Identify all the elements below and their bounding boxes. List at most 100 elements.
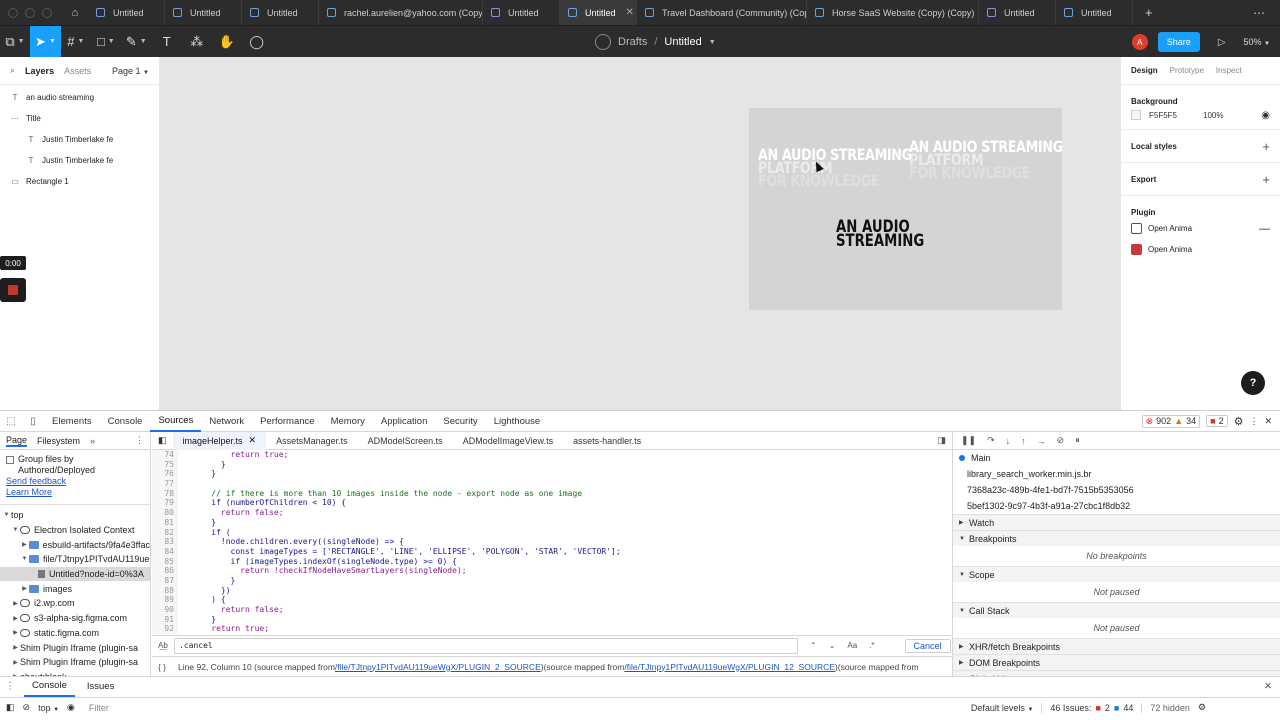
line-number[interactable]: 82 [152, 527, 178, 538]
settings-gear-icon[interactable]: ⚙ [1234, 415, 1244, 428]
browser-tab[interactable]: Horse SaaS Website (Copy) (Copy) [807, 0, 979, 25]
tree-item[interactable]: ▼ file/TJtnpy1PITvdAU119ue [0, 552, 150, 567]
close-devtools-icon[interactable]: ✕ [1264, 416, 1272, 427]
hand-tool-button[interactable]: ✋ [212, 26, 242, 58]
editor-tab[interactable]: assets-handler.ts [563, 432, 651, 450]
kebab-menu-icon[interactable]: ⋮ [1249, 416, 1258, 427]
context-selector[interactable]: top ▼ [38, 703, 59, 713]
editor-tab[interactable]: ADModelImageView.ts [453, 432, 563, 450]
home-icon[interactable]: ⌂ [62, 0, 88, 25]
code-line[interactable]: 89 ) { [152, 595, 952, 605]
code-line[interactable]: 80 return false; [152, 508, 952, 518]
tab-filesystem[interactable]: Filesystem [37, 436, 80, 446]
thread-item[interactable]: 5bef1302-9c97-4b3f-a91a-27cbc1f8db32 [953, 498, 1280, 514]
learn-more-link[interactable]: Learn More [0, 487, 150, 498]
close-tab-icon[interactable]: ✕ [249, 435, 257, 446]
match-case-button[interactable]: Aa [847, 641, 857, 650]
add-export-icon[interactable]: + [1262, 172, 1270, 187]
issues-counter[interactable]: 46 Issues: ■ 2 ■ 44 [1041, 702, 1133, 713]
toggle-debugger-icon[interactable]: ◨ [937, 435, 952, 446]
close-window-button[interactable] [8, 7, 18, 18]
add-style-icon[interactable]: + [1262, 139, 1270, 154]
source-map-link[interactable]: /file/TJtnpy1PITvdAU119ueWgX/PLUGIN_12_S… [624, 662, 835, 672]
tree-item[interactable]: ▶ Shim Plugin Iframe (plugin-sa [0, 640, 150, 655]
pen-tool-button[interactable]: ✎ ▼ [121, 26, 152, 58]
regex-button[interactable]: .* [869, 641, 874, 650]
background-hex[interactable]: F5F5F5 [1149, 111, 1177, 120]
tree-item[interactable]: ▼ Electron Isolated Context [0, 523, 150, 538]
code-line[interactable]: 88 }) [152, 585, 952, 596]
remove-plugin-icon[interactable]: — [1259, 223, 1270, 235]
more-tabs-icon[interactable]: » [90, 436, 95, 446]
tree-item[interactable]: ▶ Shim Plugin Iframe (plugin-sa [0, 655, 150, 670]
device-toolbar-icon[interactable]: ▯ [22, 416, 44, 427]
code-line[interactable]: 85 if (imageTypes.indexOf(singleNode.typ… [152, 556, 952, 567]
layer-item[interactable]: Tan audio streaming [0, 87, 159, 108]
cancel-button[interactable]: Cancel [904, 638, 951, 653]
line-number[interactable]: 75 [152, 459, 178, 470]
console-filter-input[interactable]: Filter [83, 703, 963, 713]
issues-badge[interactable]: ■ 2 [1206, 415, 1228, 427]
help-button[interactable]: ? [1241, 371, 1265, 395]
background-opacity[interactable]: 100% [1203, 111, 1223, 120]
code-line[interactable]: 76 } [152, 469, 952, 480]
devtools-tab-application[interactable]: Application [373, 411, 435, 432]
line-number[interactable]: 85 [152, 556, 178, 567]
code-line[interactable]: 75 } [152, 459, 952, 470]
browser-tab[interactable]: Untitled [483, 0, 560, 25]
error-count-badge[interactable]: ⊗ 902 ▲ 34 [1141, 414, 1201, 428]
audio-streaming-title[interactable]: AN AUDIO STREAMING [836, 219, 924, 250]
clear-console-icon[interactable]: ⊘ [23, 702, 31, 713]
devtools-tab-elements[interactable]: Elements [44, 411, 100, 432]
line-number[interactable]: 80 [152, 508, 178, 518]
thread-item[interactable]: Main [953, 450, 1280, 466]
tab-page[interactable]: Page [6, 435, 28, 447]
layer-item[interactable]: ▭ Rectangle 1 [0, 171, 159, 192]
zoom-dropdown[interactable]: 50% ▼ [1244, 37, 1270, 47]
layer-item[interactable]: T Justin Timberlake fe [0, 129, 159, 150]
drafts-link[interactable]: Drafts [618, 36, 647, 48]
chevron-down-icon[interactable]: ▼ [709, 39, 716, 46]
collapsed-arrow-icon[interactable]: ▶ [20, 541, 29, 548]
tab-assets[interactable]: Assets [64, 66, 91, 76]
browser-tab[interactable]: Travel Dashboard (Community) (Copy) [637, 0, 807, 25]
comment-tool-button[interactable]: ◯ [242, 26, 272, 58]
code-line[interactable]: 92 return true; [152, 624, 952, 635]
find-next-icon[interactable]: ⌄ [829, 641, 836, 650]
browser-tab[interactable]: Untitled [242, 0, 319, 25]
tree-item[interactable]: ▶ i2.wp.com [0, 596, 150, 611]
line-number[interactable]: 77 [152, 479, 178, 489]
frame-tool-button[interactable]: # ▼ [61, 26, 91, 58]
collapsed-arrow-icon[interactable]: ▶ [11, 659, 20, 666]
collapsed-arrow-icon[interactable]: ▶ [11, 615, 20, 622]
devtools-tab-lighthouse[interactable]: Lighthouse [486, 411, 548, 432]
tab-prototype[interactable]: Prototype [1170, 66, 1204, 75]
group-files-checkbox[interactable] [6, 456, 14, 464]
line-number[interactable]: 91 [152, 614, 178, 625]
collapsed-arrow-icon[interactable]: ▶ [11, 629, 20, 636]
devtools-tab-network[interactable]: Network [201, 411, 252, 432]
line-number[interactable]: 78 [152, 488, 178, 499]
browser-tab[interactable]: Untitled [88, 0, 165, 25]
step-out-icon[interactable]: ↑ [1021, 436, 1026, 446]
close-drawer-icon[interactable]: ✕ [1264, 681, 1280, 692]
line-number[interactable]: 89 [152, 595, 178, 605]
code-line[interactable]: 84 const imageTypes = ['RECTANGLE', 'LIN… [152, 546, 952, 557]
tree-item[interactable]: ▶ esbuild-artifacts/9fa4e3ffac [0, 537, 150, 552]
avatar[interactable]: A [1131, 34, 1148, 50]
expanded-arrow-icon[interactable]: ▼ [11, 527, 20, 533]
pause-on-exceptions-icon[interactable]: ⏸ [1075, 435, 1080, 446]
more-icon[interactable]: ⋯ [1253, 6, 1280, 20]
text-tool-button[interactable]: T [152, 26, 182, 58]
expanded-arrow-icon[interactable]: ▼ [20, 556, 29, 562]
layer-item[interactable]: T Justin Timberlake fe [0, 150, 159, 171]
code-line[interactable]: 90 return false; [152, 605, 952, 615]
tab-console-drawer[interactable]: Console [24, 677, 75, 697]
main-menu-button[interactable]: ⧉ ▼ [0, 26, 30, 58]
eye-icon[interactable]: ◉ [1261, 110, 1270, 121]
find-input[interactable]: .cancel [174, 637, 798, 654]
group-files-option[interactable]: Group files by Authored/Deployed [0, 450, 150, 476]
section-header[interactable]: ▶ Watch [953, 514, 1280, 530]
line-number[interactable]: 88 [152, 585, 178, 596]
thread-item[interactable]: 7368a23c-489b-4fe1-bd7f-7515b5353056 [953, 482, 1280, 498]
